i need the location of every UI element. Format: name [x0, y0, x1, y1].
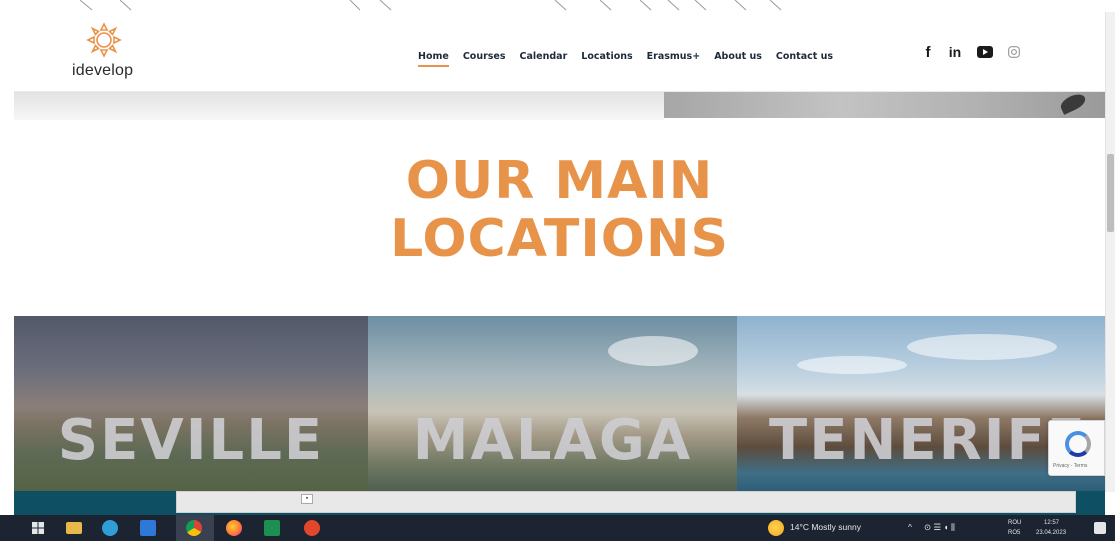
location-name-seville: SEVILLE	[57, 408, 325, 473]
instagram-icon[interactable]	[1006, 42, 1022, 62]
weather-text[interactable]: 14°C Mostly sunny	[790, 522, 861, 532]
youtube-icon[interactable]	[976, 42, 994, 62]
hero-shadow	[14, 92, 664, 120]
clock-date[interactable]: 23.04.2023	[1036, 530, 1066, 536]
logo-text: idevelop	[72, 62, 134, 79]
tray-chevron-icon[interactable]: ^	[908, 522, 912, 532]
nav-erasmus[interactable]: Erasmus+	[647, 51, 701, 62]
download-bar: ▪	[176, 491, 1076, 513]
small-window-icon[interactable]: ▪	[301, 494, 313, 504]
location-card-seville[interactable]: SEVILLE	[14, 316, 368, 491]
logo[interactable]: idevelop	[72, 22, 152, 82]
pdf-icon[interactable]	[304, 520, 320, 536]
nav-home[interactable]: Home	[418, 51, 449, 67]
excel-icon[interactable]	[264, 520, 280, 536]
nav-calendar[interactable]: Calendar	[520, 51, 568, 62]
browser-bottom-bar: ▪	[14, 491, 1105, 515]
screen: idevelop Home Courses Calendar Locations…	[0, 0, 1115, 541]
heading-line-2: LOCATIONS	[390, 209, 729, 269]
main-navigation: Home Courses Calendar Locations Erasmus+…	[418, 46, 833, 67]
notifications-icon[interactable]	[1094, 522, 1106, 534]
top-edge-decoration	[0, 0, 1115, 12]
cloud-decoration	[907, 334, 1057, 360]
gear-logo-icon	[86, 22, 122, 58]
cloud-decoration	[608, 336, 698, 366]
tray-status-icons[interactable]: ⊙ ☰ ◖ ⫼	[924, 522, 955, 533]
page-scrollbar[interactable]	[1105, 12, 1115, 492]
weather-icon[interactable]	[768, 520, 784, 536]
mail-icon[interactable]	[140, 520, 156, 536]
hero-photo	[664, 92, 1105, 118]
language-sub: RO5	[1008, 530, 1021, 536]
firefox-icon[interactable]	[226, 520, 242, 536]
scrollbar-thumb[interactable]	[1107, 154, 1114, 232]
linkedin-icon[interactable]: in	[946, 42, 964, 62]
location-name-malaga: MALAGA	[412, 408, 693, 473]
section-heading: OUR MAIN LOCATIONS	[14, 152, 1105, 268]
windows-taskbar: 14°C Mostly sunny ^ ⊙ ☰ ◖ ⫼ ROU RO5 12:5…	[0, 515, 1115, 541]
cloud-decoration	[797, 356, 907, 374]
facebook-icon[interactable]: f	[922, 42, 934, 62]
clock-time[interactable]: 12:57	[1044, 520, 1059, 526]
recaptcha-badge[interactable]: Privacy - Terms	[1048, 420, 1105, 476]
location-card-malaga[interactable]: MALAGA	[368, 316, 737, 491]
recaptcha-icon	[1065, 431, 1091, 457]
windows-start-icon[interactable]	[30, 520, 46, 536]
edge-icon[interactable]	[102, 520, 118, 536]
page-left-margin	[0, 12, 14, 515]
hero-image-bottom	[14, 91, 1105, 120]
heading-line-1: OUR MAIN	[405, 151, 714, 211]
chrome-icon[interactable]	[186, 520, 202, 536]
nav-courses[interactable]: Courses	[463, 51, 506, 62]
nav-contact-us[interactable]: Contact us	[776, 51, 833, 62]
nav-about-us[interactable]: About us	[714, 51, 762, 62]
site-header: idevelop Home Courses Calendar Locations…	[14, 12, 1105, 92]
locations-gallery: SEVILLE MALAGA TENERIFE	[14, 316, 1105, 491]
recaptcha-terms: Privacy - Terms	[1053, 463, 1088, 469]
social-links: f in	[922, 42, 1022, 62]
nav-locations[interactable]: Locations	[581, 51, 632, 62]
file-explorer-icon[interactable]	[66, 522, 82, 534]
language-indicator[interactable]: ROU	[1008, 520, 1021, 526]
